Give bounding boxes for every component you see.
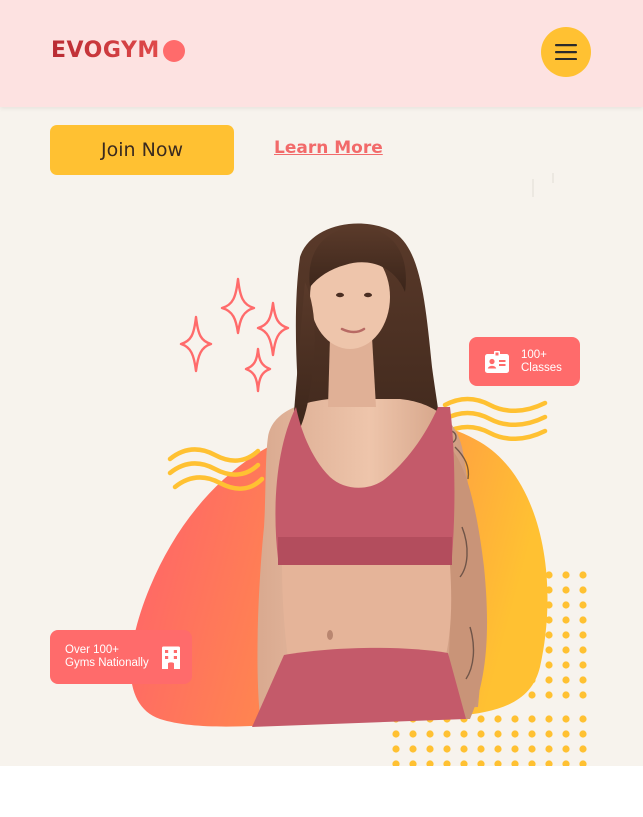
- logo-dot: [162, 39, 185, 62]
- gyms-label: Gyms Nationally: [65, 657, 149, 669]
- classes-count: 100+: [521, 348, 547, 361]
- building-icon: [161, 646, 180, 669]
- learn-more-link[interactable]: Learn More: [274, 138, 383, 158]
- id-card-icon: [485, 350, 509, 373]
- page-bottom-area: [0, 766, 643, 817]
- gyms-badge: Over 100+ Gyms Nationally: [50, 630, 192, 684]
- classes-badge: 100+ Classes: [469, 337, 580, 386]
- hamburger-menu-icon: [555, 44, 577, 60]
- join-now-button[interactable]: Join Now: [50, 125, 234, 175]
- hero-section: Join Now Learn More 100+ Classes Over 10…: [0, 107, 643, 766]
- logo-text: EVOGYM: [51, 38, 160, 63]
- menu-button[interactable]: [541, 27, 591, 77]
- hero-woman-figure: [252, 223, 488, 727]
- evogym-logo[interactable]: EVOGYM: [51, 38, 185, 63]
- classes-label: Classes: [521, 361, 562, 374]
- gyms-count: Over 100+: [65, 644, 120, 656]
- navbar: EVOGYM: [0, 0, 643, 107]
- gyms-badge-text: Over 100+ Gyms Nationally: [65, 644, 149, 670]
- sparkle-stars: [179, 277, 290, 393]
- classes-badge-text: 100+ Classes: [521, 349, 562, 375]
